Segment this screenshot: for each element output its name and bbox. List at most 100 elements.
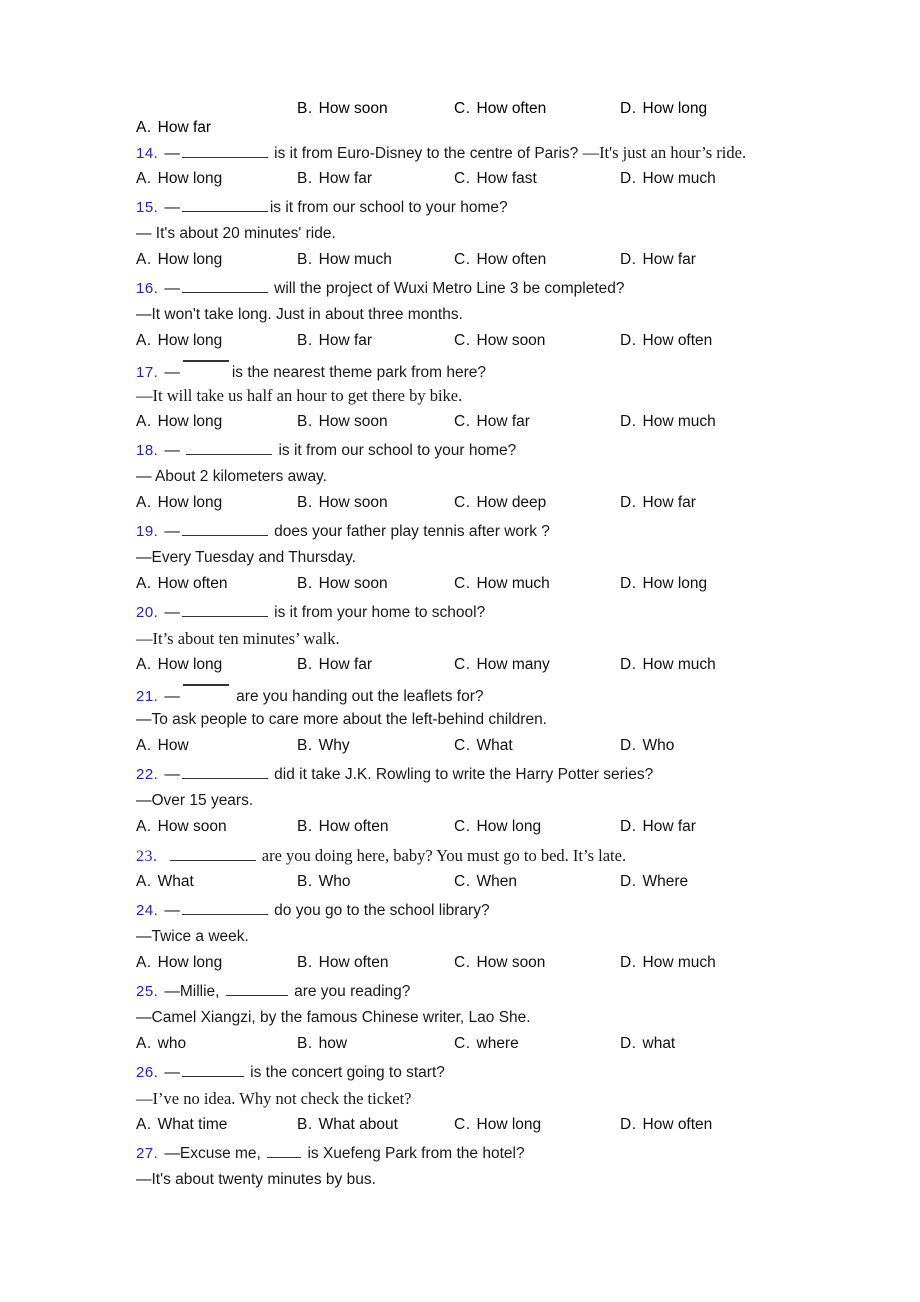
question-stem: 22. — did it take J.K. Rowling to write t… [136, 765, 896, 785]
answer-blank[interactable] [181, 902, 268, 915]
option-c[interactable]: C. How deep [454, 493, 546, 512]
option-d[interactable]: D. Who [620, 736, 674, 755]
option-text: How long [157, 251, 223, 268]
question-item: 14. — is it from Euro-Disney to the centr… [136, 143, 896, 189]
option-a[interactable]: A. What [136, 872, 194, 891]
option-a[interactable]: A. How long [136, 953, 222, 972]
question-item: 25. —Millie, are you reading? —Camel Xiang… [136, 982, 896, 1054]
option-a[interactable]: A. How long [136, 250, 222, 269]
answer-blank[interactable] [181, 604, 268, 617]
option-a[interactable]: A. How often [136, 574, 227, 593]
option-b[interactable]: B. How much [297, 250, 392, 269]
option-c[interactable]: C. When [454, 872, 517, 891]
question-text-post: is it from our school to your home? [269, 199, 508, 216]
option-label: C. [454, 100, 471, 117]
option-c[interactable]: C. How soon [454, 953, 545, 972]
answer-blank[interactable] [169, 848, 256, 861]
option-b[interactable]: B. How far [297, 655, 372, 674]
option-b[interactable]: B. How often [297, 817, 388, 836]
option-c[interactable]: C. where [454, 1034, 519, 1053]
option-c[interactable]: C. How far [454, 412, 530, 431]
answer-blank[interactable] [181, 766, 268, 779]
option-c[interactable]: C. How long [454, 1115, 541, 1134]
option-c[interactable]: C. How fast [454, 169, 537, 188]
question-item: 27. —Excuse me, is Xuefeng Park from the … [136, 1144, 896, 1190]
option-b[interactable]: B. What about [297, 1115, 398, 1134]
option-c[interactable]: C. What [454, 736, 513, 755]
option-a[interactable]: A. What time [136, 1115, 227, 1134]
question-text-post: is the concert going to start? [245, 1064, 445, 1081]
option-b[interactable]: B. How far [297, 169, 372, 188]
option-text: How long [157, 332, 223, 349]
option-a[interactable]: A. How long [136, 169, 222, 188]
option-text: What time [157, 1116, 228, 1133]
option-c[interactable]: C. How soon [454, 331, 545, 350]
option-a[interactable]: A. How long [136, 331, 222, 350]
option-c[interactable]: C. How often [454, 250, 546, 269]
option-text: How often [157, 575, 228, 592]
answer-blank[interactable] [267, 1145, 302, 1158]
option-text: How soon [476, 954, 546, 971]
answer-blank[interactable] [225, 983, 288, 996]
option-d[interactable]: D. How far [620, 493, 696, 512]
question-item: 22. — did it take J.K. Rowling to write t… [136, 765, 896, 837]
question-stem: 19. — does your father play tennis after … [136, 522, 896, 542]
option-d[interactable]: D. How long [620, 100, 707, 118]
option-a[interactable]: A. How long [136, 655, 222, 674]
option-text: How soon [318, 100, 388, 117]
option-b[interactable]: B. How soon [297, 412, 388, 431]
option-row: A. How long B. How soon C. How deep D. How far [136, 493, 896, 513]
option-b[interactable]: B. How soon [297, 100, 388, 118]
question-list: B. How soon C. How often D. How long A. How … [136, 92, 896, 1190]
option-a[interactable]: A. How far [136, 119, 211, 137]
option-a[interactable]: A. How [136, 736, 189, 755]
option-b[interactable]: B. How often [297, 953, 388, 972]
option-b[interactable]: B. How far [297, 331, 372, 350]
option-text: who [157, 1035, 187, 1052]
option-d[interactable]: D. How much [620, 169, 716, 188]
option-a[interactable]: A. How long [136, 493, 222, 512]
option-c[interactable]: C. How often [454, 100, 546, 118]
option-a[interactable]: A. How long [136, 412, 222, 431]
option-b[interactable]: B. How soon [297, 493, 388, 512]
option-b[interactable]: B. Why [297, 736, 350, 755]
option-text: what [642, 1035, 676, 1052]
answer-blank[interactable] [186, 442, 273, 455]
option-b[interactable]: B. How soon [297, 574, 388, 593]
option-d[interactable]: D. Where [620, 872, 688, 891]
answer-blank[interactable] [181, 523, 268, 536]
option-text: How often [476, 100, 547, 117]
question-text-post: does your father play tennis after work … [269, 523, 550, 540]
answer-blank-overline[interactable] [182, 360, 229, 373]
option-label: A. [136, 818, 152, 835]
option-b[interactable]: B. how [297, 1034, 347, 1053]
option-c[interactable]: C. How many [454, 655, 550, 674]
option-d[interactable]: D. How long [620, 574, 707, 593]
option-label: D. [620, 251, 637, 268]
option-c[interactable]: C. How long [454, 817, 541, 836]
option-text: What about [318, 1116, 398, 1133]
option-label: C. [454, 656, 471, 673]
option-text: How far [642, 251, 696, 268]
option-row: A. How long B. How far C. How soon D. How often [136, 331, 896, 351]
answer-blank-overline[interactable] [182, 684, 229, 697]
option-d[interactable]: D. How often [620, 1115, 712, 1134]
option-d[interactable]: D. How often [620, 331, 712, 350]
option-c[interactable]: C. How much [454, 574, 550, 593]
option-d[interactable]: D. How much [620, 655, 716, 674]
option-d[interactable]: D. How much [620, 412, 716, 431]
option-b[interactable]: B. Who [297, 872, 351, 891]
option-a[interactable]: A. How soon [136, 817, 227, 836]
option-d[interactable]: D. what [620, 1034, 675, 1053]
option-label: D. [620, 575, 637, 592]
option-d[interactable]: D. How far [620, 250, 696, 269]
option-text: How many [476, 656, 550, 673]
option-a[interactable]: A. who [136, 1034, 186, 1053]
answer-blank[interactable] [181, 1064, 244, 1077]
option-d[interactable]: D. How far [620, 817, 696, 836]
answer-blank[interactable] [181, 145, 268, 158]
option-d[interactable]: D. How much [620, 953, 716, 972]
option-text: How fast [476, 170, 537, 187]
answer-blank[interactable] [181, 280, 268, 293]
answer-blank[interactable] [181, 199, 268, 212]
